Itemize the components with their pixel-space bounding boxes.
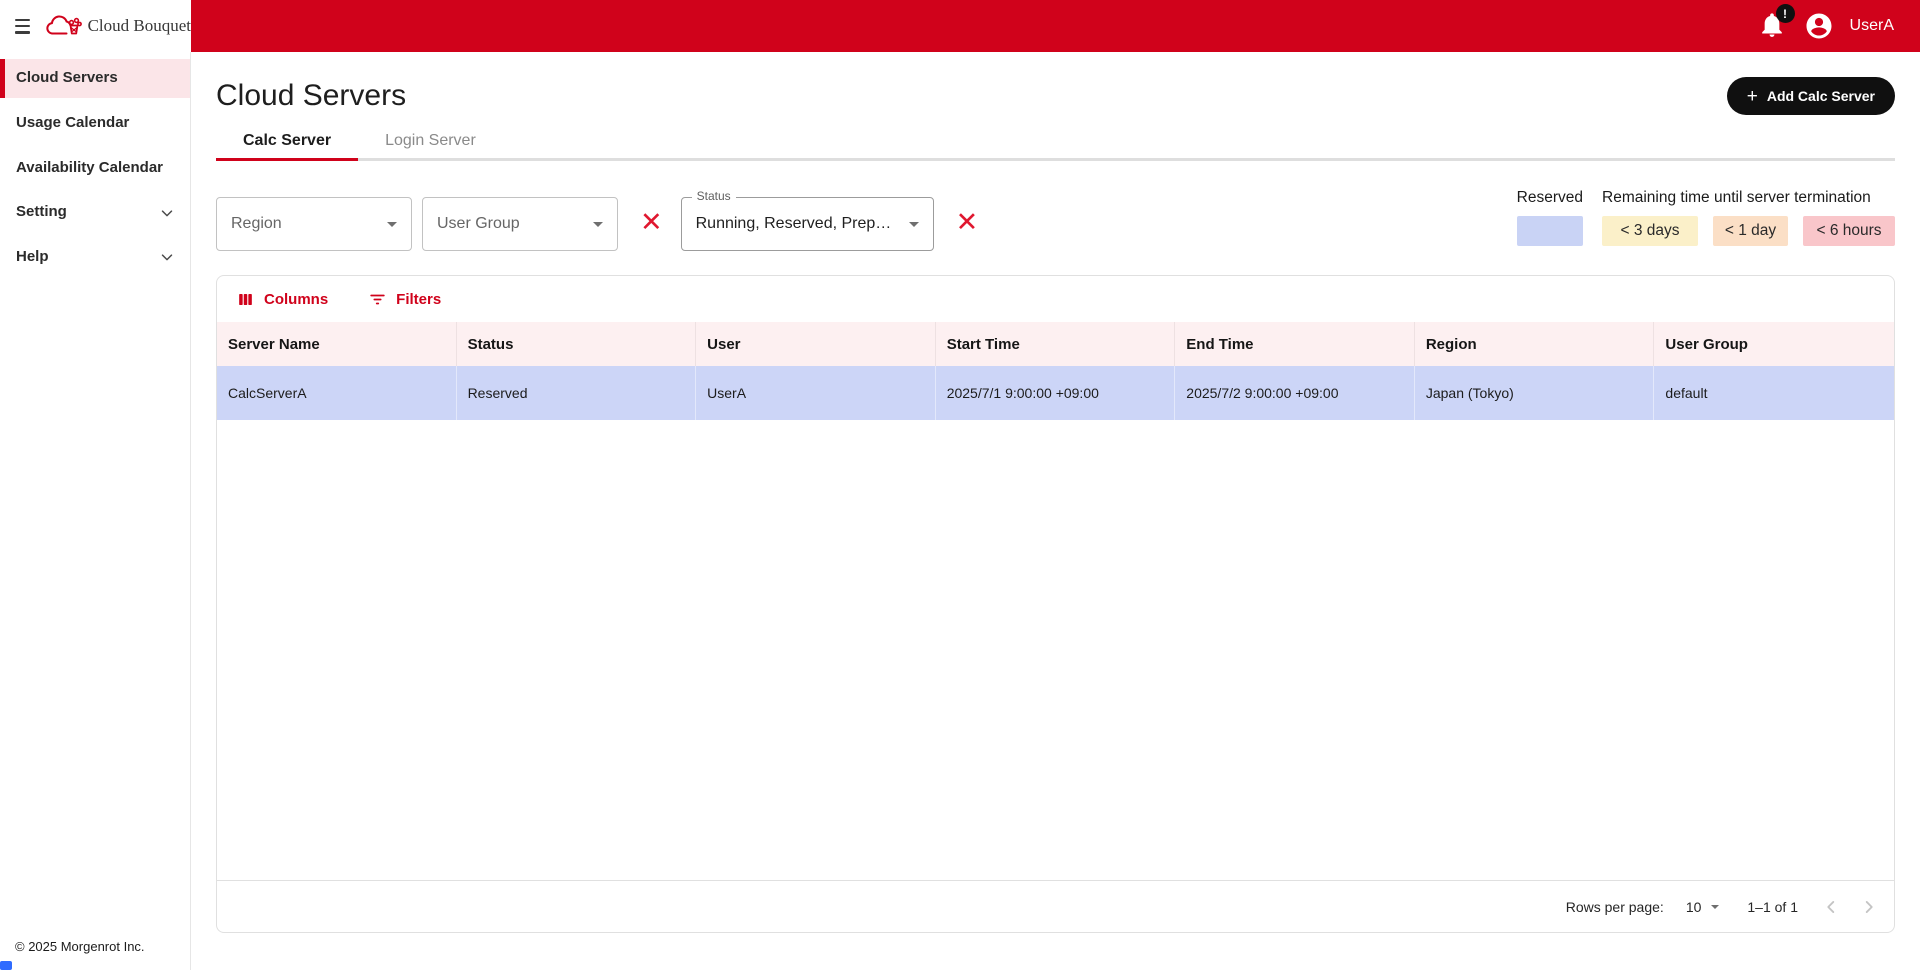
column-header-start-time[interactable]: Start Time — [936, 322, 1176, 366]
server-data-grid: Columns Filters Server Name Status User … — [216, 275, 1895, 933]
filter-icon — [368, 290, 387, 309]
filters-button-label: Filters — [396, 291, 441, 308]
legend-reserved-label: Reserved — [1517, 189, 1583, 207]
column-header-end-time[interactable]: End Time — [1175, 322, 1415, 366]
status-select-label: Status — [692, 189, 736, 203]
column-header-user[interactable]: User — [696, 322, 936, 366]
user-avatar-icon[interactable] — [1804, 11, 1834, 41]
header-actions: ! UserA — [1758, 0, 1920, 52]
sidebar-item-label: Cloud Servers — [16, 69, 118, 88]
column-header-status[interactable]: Status — [457, 322, 697, 366]
filter-row: Region User Group ✕ Status Running, Rese… — [216, 189, 1895, 251]
sidebar-item-label: Help — [16, 248, 49, 267]
previous-page-button[interactable] — [1818, 894, 1844, 920]
user-group-select-placeholder: User Group — [437, 215, 520, 233]
main-content: Cloud Servers + Add Calc Server Calc Ser… — [191, 52, 1920, 970]
brand-logo[interactable]: Cloud Bouquet — [44, 13, 191, 39]
table-row[interactable]: CalcServerA Reserved UserA 2025/7/1 9:00… — [217, 366, 1894, 420]
cell-user-group: default — [1654, 366, 1894, 420]
pagination-range-label: 1–1 of 1 — [1747, 899, 1798, 915]
legend-6hours-swatch: < 6 hours — [1803, 216, 1895, 246]
rows-per-page-value: 10 — [1686, 899, 1702, 915]
cloud-bouquet-icon — [44, 13, 82, 39]
server-tabs: Calc Server Login Server — [216, 124, 1895, 161]
sidebar-item-label: Setting — [16, 203, 67, 222]
hamburger-menu-icon[interactable] — [15, 19, 30, 34]
cell-user: UserA — [696, 366, 936, 420]
sidebar-item-usage-calendar[interactable]: Usage Calendar — [0, 104, 190, 143]
page-title: Cloud Servers — [216, 79, 406, 113]
legend-remaining-group: Remaining time until server termination … — [1602, 189, 1895, 246]
tab-calc-server[interactable]: Calc Server — [216, 124, 358, 161]
table-empty-area — [217, 420, 1894, 880]
tab-login-server[interactable]: Login Server — [358, 124, 503, 161]
notification-badge: ! — [1776, 4, 1795, 23]
chevron-down-icon — [158, 204, 176, 222]
sidebar-item-cloud-servers[interactable]: Cloud Servers — [0, 59, 190, 98]
next-page-button[interactable] — [1856, 894, 1882, 920]
status-select-value: Running, Reserved, Prep… — [696, 215, 892, 233]
legend-remaining-label: Remaining time until server termination — [1602, 189, 1895, 207]
legend-reserved-group: Reserved — [1517, 189, 1583, 246]
rows-per-page-select[interactable]: 10 — [1686, 899, 1720, 915]
cell-status: Reserved — [457, 366, 697, 420]
sidebar-item-help[interactable]: Help — [0, 238, 190, 277]
dropdown-arrow-icon — [1711, 905, 1719, 909]
legend-3days-swatch: < 3 days — [1602, 216, 1698, 246]
plus-icon: + — [1747, 87, 1758, 106]
user-name[interactable]: UserA — [1850, 17, 1894, 35]
region-select-placeholder: Region — [231, 215, 282, 233]
sidebar-item-label: Usage Calendar — [16, 114, 129, 133]
chevron-down-icon — [158, 248, 176, 266]
column-header-user-group[interactable]: User Group — [1654, 322, 1894, 366]
dropdown-arrow-icon — [593, 222, 603, 227]
scrollbar-fragment — [0, 961, 12, 970]
column-header-server-name[interactable]: Server Name — [217, 322, 457, 366]
page-header: Cloud Servers + Add Calc Server — [216, 74, 1895, 118]
rows-per-page-label: Rows per page: — [1566, 899, 1664, 915]
legend-remaining-swatches: < 3 days < 1 day < 6 hours — [1602, 216, 1895, 246]
sidebar-item-label: Availability Calendar — [16, 159, 163, 178]
legend-1day-swatch: < 1 day — [1713, 216, 1788, 246]
cell-region: Japan (Tokyo) — [1415, 366, 1655, 420]
tab-track — [216, 158, 1895, 161]
dropdown-arrow-icon — [387, 222, 397, 227]
columns-button-label: Columns — [264, 291, 328, 308]
columns-button[interactable]: Columns — [230, 286, 334, 313]
legend-reserved-swatch — [1517, 216, 1583, 246]
region-select[interactable]: Region — [216, 197, 412, 251]
clear-status-button[interactable]: ✕ — [952, 209, 983, 236]
header-brand-area: Cloud Bouquet — [0, 0, 191, 52]
clear-region-user-group-button[interactable]: ✕ — [636, 209, 667, 236]
filters-button[interactable]: Filters — [362, 286, 447, 313]
app-header: Cloud Bouquet ! UserA — [0, 0, 1920, 52]
add-calc-server-label: Add Calc Server — [1767, 88, 1875, 104]
brand-name: Cloud Bouquet — [88, 16, 191, 36]
status-legend: Reserved Remaining time until server ter… — [1517, 189, 1895, 246]
cell-server-name: CalcServerA — [217, 366, 457, 420]
table-pagination: Rows per page: 10 1–1 of 1 — [217, 880, 1894, 932]
status-select[interactable]: Status Running, Reserved, Prep… — [681, 197, 934, 251]
columns-icon — [236, 290, 255, 309]
user-group-select[interactable]: User Group — [422, 197, 618, 251]
cell-end-time: 2025/7/2 9:00:00 +09:00 — [1175, 366, 1415, 420]
column-header-region[interactable]: Region — [1415, 322, 1655, 366]
cell-start-time: 2025/7/1 9:00:00 +09:00 — [936, 366, 1176, 420]
sidebar-item-availability-calendar[interactable]: Availability Calendar — [0, 149, 190, 188]
sidebar-item-setting[interactable]: Setting — [0, 193, 190, 232]
grid-toolbar: Columns Filters — [217, 276, 1894, 322]
sidebar: Cloud Servers Usage Calendar Availabilit… — [0, 52, 191, 970]
dropdown-arrow-icon — [909, 222, 919, 227]
notifications-button[interactable]: ! — [1758, 11, 1788, 41]
add-calc-server-button[interactable]: + Add Calc Server — [1727, 77, 1895, 115]
copyright-text: © 2025 Morgenrot Inc. — [15, 939, 145, 954]
table-header-row: Server Name Status User Start Time End T… — [217, 322, 1894, 366]
